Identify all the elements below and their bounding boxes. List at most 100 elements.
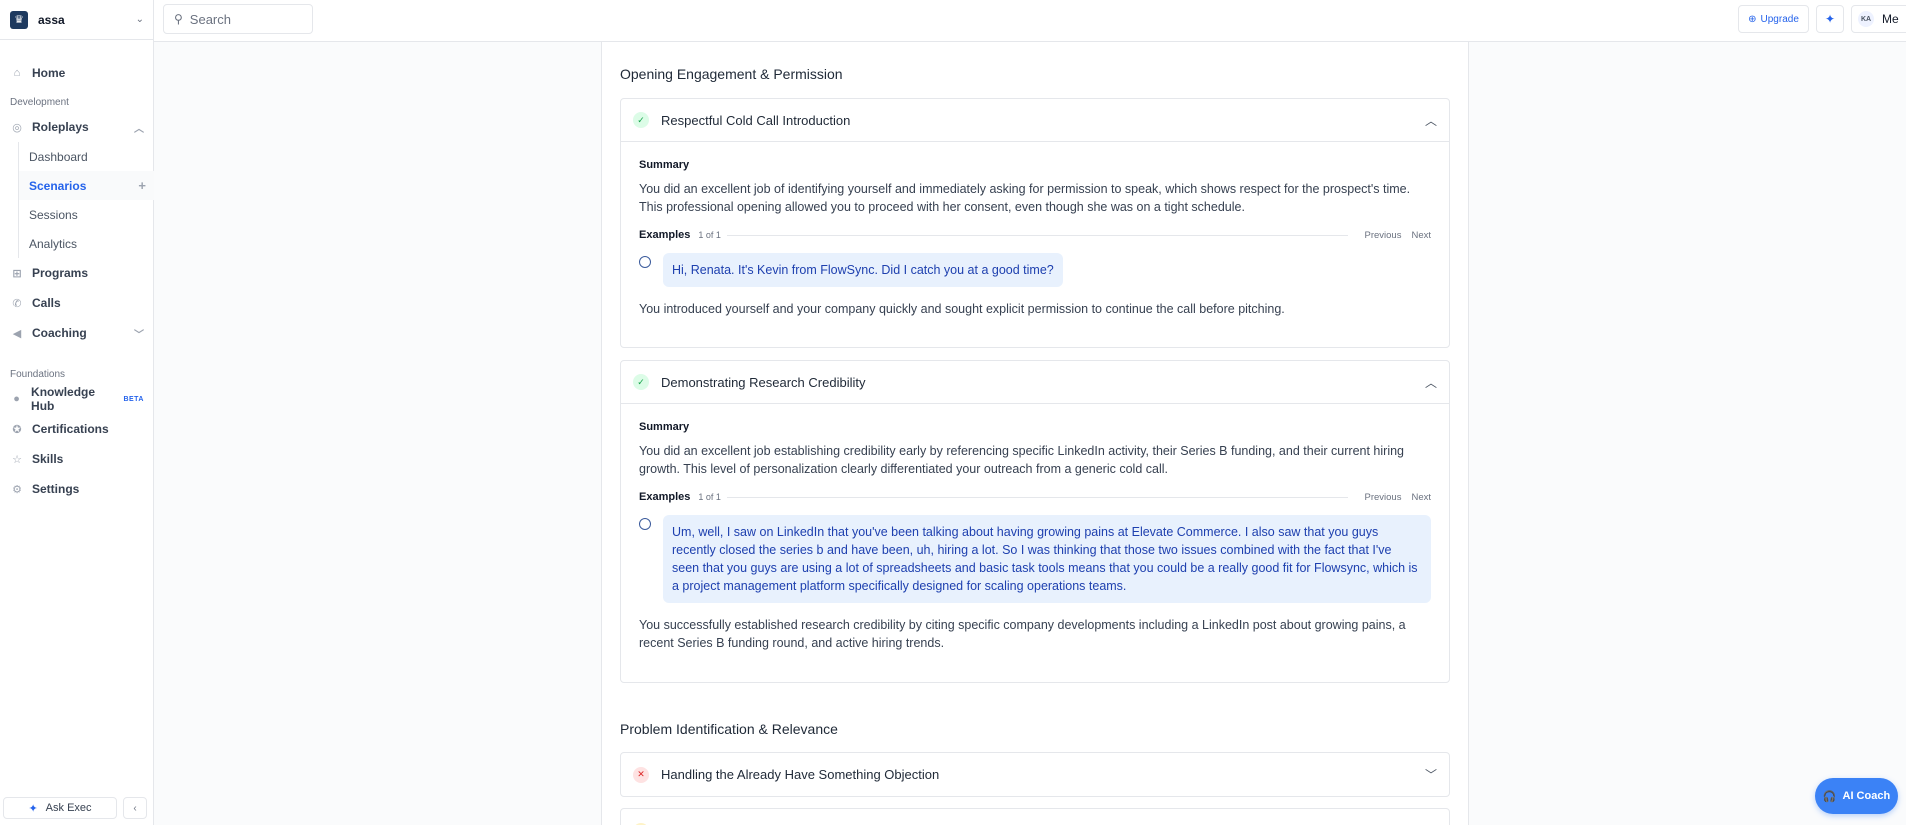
workspace-name: assa — [38, 12, 65, 27]
examples-label: Examples — [639, 491, 691, 503]
chat-bubble-icon — [639, 518, 651, 530]
section-label-development: Development — [10, 97, 69, 108]
check-icon: ✓ — [633, 374, 649, 390]
sidebar-item-label: Roleplays — [32, 120, 89, 134]
examples-count: 1 of 1 — [698, 230, 721, 240]
sidebar-item-label: Settings — [32, 482, 80, 496]
sidebar-item-skills[interactable]: ☆ Skills — [0, 444, 154, 474]
chat-bubble-icon — [639, 256, 651, 268]
summary-text: You did an excellent job of identifying … — [639, 182, 1411, 214]
criteria-card-header[interactable]: ✓ Demonstrating Research Credibility ︿ — [621, 361, 1449, 404]
criteria-card-header[interactable]: ! — [621, 809, 1449, 825]
certificate-icon: ✪ — [12, 423, 22, 436]
divider — [726, 234, 1349, 236]
search-icon: ⚲ — [174, 12, 183, 26]
next-button[interactable]: Next — [1411, 492, 1431, 503]
main-content: Opening Engagement & Permission ✓ Respec… — [601, 42, 1469, 825]
criteria-card: ✓ Respectful Cold Call Introduction ︿ Su… — [620, 98, 1450, 348]
programs-icon: ⊞ — [12, 267, 22, 280]
criteria-title: Respectful Cold Call Introduction — [661, 112, 851, 128]
megaphone-icon: ◀ — [12, 327, 22, 340]
chevron-left-icon: ‹ — [133, 802, 137, 814]
search-input[interactable] — [189, 11, 290, 27]
workspace-switcher[interactable]: ♛ assa ⌄ — [0, 0, 154, 40]
sidebar-item-label: Programs — [32, 266, 89, 280]
ai-coach-button[interactable]: 🎧 AI Coach — [1815, 778, 1898, 814]
chevron-down-icon: ⌄ — [135, 14, 144, 25]
criteria-card: ✕ Handling the Already Have Something Ob… — [620, 752, 1450, 797]
chevron-up-icon: ︿ — [134, 123, 144, 135]
previous-button[interactable]: Previous — [1364, 230, 1401, 241]
user-menu-label: Me — [1882, 12, 1899, 26]
example-quote: Hi, Renata. It's Kevin from FlowSync. Di… — [663, 253, 1063, 287]
criteria-title: Demonstrating Research Credibility — [661, 374, 866, 390]
summary-label: Summary — [639, 421, 690, 433]
example-quote-row: Hi, Renata. It's Kevin from FlowSync. Di… — [639, 253, 1431, 287]
user-menu-button[interactable]: KA Me — [1851, 5, 1906, 33]
sidebar-item-sessions[interactable]: Sessions — [19, 200, 154, 229]
criteria-card-header[interactable]: ✓ Respectful Cold Call Introduction ︿ — [621, 99, 1449, 142]
criteria-card-body: Summary You did an excellent job of iden… — [621, 142, 1449, 318]
workspace-logo-icon: ♛ — [10, 10, 28, 29]
criteria-title: Handling the Already Have Something Obje… — [661, 767, 940, 782]
sidebar-item-coaching[interactable]: ◀ Coaching ﹀ — [0, 318, 154, 348]
ask-exec-button[interactable]: ✦ Ask Exec — [3, 797, 117, 819]
examples-count: 1 of 1 — [698, 492, 721, 502]
example-explanation: You introduced yourself and your company… — [639, 302, 1285, 316]
chevron-up-icon[interactable]: ︿ — [1425, 374, 1437, 391]
examples-header: Examples 1 of 1 Previous Next — [639, 229, 1431, 241]
sidebar-item-settings[interactable]: ⚙ Settings — [0, 474, 154, 504]
chevron-down-icon[interactable]: ﹀ — [1425, 766, 1437, 783]
roleplays-icon: ◎ — [12, 121, 22, 134]
sidebar-item-programs[interactable]: ⊞ Programs — [0, 258, 154, 288]
chevron-up-icon[interactable]: ︿ — [1425, 112, 1437, 129]
headset-icon: 🎧 — [1822, 790, 1837, 803]
divider — [726, 496, 1349, 498]
examples-label: Examples — [639, 229, 691, 241]
chevron-down-icon: ﹀ — [134, 329, 144, 341]
sidebar-item-label: Calls — [32, 296, 61, 310]
summary-text: You did an excellent job establishing cr… — [639, 444, 1405, 476]
avatar: KA — [1858, 11, 1874, 27]
ask-exec-label: Ask Exec — [45, 802, 92, 814]
sidebar-item-home[interactable]: ⌂ Home — [0, 58, 154, 88]
lightbulb-icon: ● — [13, 393, 20, 405]
sparkle-icon: ✦ — [28, 802, 38, 815]
sidebar-item-roleplays[interactable]: ◎ Roleplays ︿ — [0, 112, 154, 142]
criteria-card: ! — [620, 808, 1450, 825]
example-quote-row: Um, well, I saw on LinkedIn that you've … — [639, 515, 1431, 603]
sidebar-item-label: Certifications — [32, 422, 109, 436]
add-scenario-icon[interactable]: + — [138, 178, 146, 193]
sidebar-item-label: Home — [32, 66, 66, 80]
sidebar-item-dashboard[interactable]: Dashboard — [19, 142, 154, 171]
sidebar-item-label: Scenarios — [29, 178, 87, 193]
collapse-sidebar-button[interactable]: ‹ — [123, 797, 147, 819]
sidebar-item-certifications[interactable]: ✪ Certifications — [0, 414, 154, 444]
star-icon: ☆ — [12, 453, 22, 466]
criteria-card-header[interactable]: ✕ Handling the Already Have Something Ob… — [621, 753, 1449, 796]
sidebar-item-calls[interactable]: ✆ Calls — [0, 288, 154, 318]
ai-sparkle-button[interactable]: ✦ — [1816, 5, 1844, 33]
previous-button[interactable]: Previous — [1364, 492, 1401, 503]
gear-icon: ⚙ — [12, 483, 22, 496]
upgrade-button[interactable]: ⊕ Upgrade — [1738, 5, 1809, 33]
next-button[interactable]: Next — [1411, 230, 1431, 241]
sidebar-nav: ⌂ Home Development ◎ Roleplays ︿ Dashboa… — [0, 58, 154, 504]
sidebar-item-label: Knowledge Hub — [31, 385, 96, 413]
sidebar-item-analytics[interactable]: Analytics — [19, 229, 154, 258]
sidebar-item-scenarios[interactable]: Scenarios + — [19, 171, 154, 200]
home-icon: ⌂ — [13, 67, 21, 79]
phone-icon: ✆ — [12, 297, 22, 310]
upgrade-label: Upgrade — [1760, 13, 1799, 25]
sidebar-item-knowledge-hub[interactable]: ● Knowledge Hub BETA — [0, 384, 154, 414]
search-box[interactable]: ⚲ — [163, 4, 313, 34]
beta-badge: BETA — [123, 395, 144, 403]
summary-label: Summary — [639, 159, 690, 171]
criteria-card: ✓ Demonstrating Research Credibility ︿ S… — [620, 360, 1450, 683]
sidebar-item-label: Skills — [32, 452, 64, 466]
sidebar-item-label: Coaching — [32, 326, 87, 340]
top-bar: ⚲ ⊕ Upgrade ✦ KA Me — [154, 0, 1906, 42]
x-icon: ✕ — [633, 766, 649, 783]
check-icon: ✓ — [633, 112, 649, 128]
section-title: Problem Identification & Relevance — [620, 721, 838, 737]
